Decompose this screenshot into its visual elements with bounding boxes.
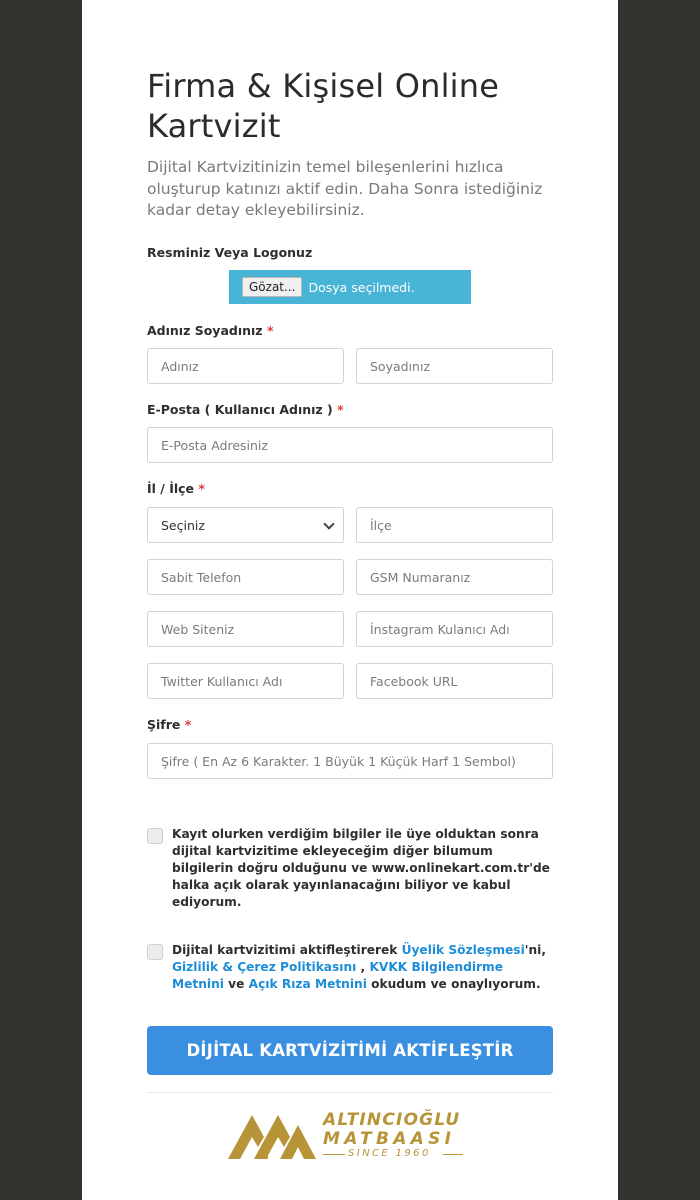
required-mark: * [198,481,205,496]
twitter-placeholder: Twitter Kullanıcı Adı [161,673,283,689]
gsm-input[interactable]: GSM Numaranız [356,559,553,595]
last-name-placeholder: Soyadınız [370,358,431,374]
first-name-placeholder: Adınız [161,358,199,374]
consent-part-3: ve [223,977,249,991]
city-select-value: Seçiniz [161,517,205,533]
page-subtitle: Dijital Kartvizitinizin temel bileşenler… [147,158,543,219]
company-logo: ALTINCIOĞLU MATBAASI SINCE 1960 [228,1110,468,1162]
phone-placeholder: Sabit Telefon [161,569,242,585]
district-input[interactable]: İlçe [356,507,553,543]
location-label: İl / İlçe * [147,481,205,496]
last-name-input[interactable]: Soyadınız [356,348,553,384]
email-placeholder: E-Posta Adresiniz [161,437,268,453]
consent-prefix: Dijital kartvizitimi aktifleştirerek [172,943,402,957]
facebook-placeholder: Facebook URL [370,673,458,689]
logo-line-2: MATBAASI [323,1129,456,1149]
file-status-text: Dosya seçilmedi. [308,279,415,295]
browse-button[interactable]: Gözat... [242,277,303,297]
name-label: Adınız Soyadınız * [147,323,274,338]
consent-part-2: , [356,960,370,974]
email-label: E-Posta ( Kullanıcı Adınız ) * [147,402,344,417]
email-label-text: E-Posta ( Kullanıcı Adınız ) [147,402,333,417]
facebook-input[interactable]: Facebook URL [356,663,553,699]
city-select[interactable]: Seçiniz [147,507,344,543]
logo-upload-label-text: Resminiz Veya Logonuz [147,245,313,260]
logo-line-1: ALTINCIOĞLU [323,1110,461,1130]
gsm-placeholder: GSM Numaranız [370,569,471,585]
page-title: Firma & Kişisel Online Kartvizit [147,67,500,145]
logo-rule-left [323,1154,345,1155]
logo-mark-icon [228,1115,316,1159]
password-placeholder: Şifre ( En Az 6 Karakter. 1 Büyük 1 Küçü… [161,753,516,769]
website-input[interactable]: Web Siteniz [147,611,344,647]
privacy-policy-link[interactable]: Gizlilik & Çerez Politikasını [172,960,356,974]
required-mark: * [184,717,192,732]
name-label-text: Adınız Soyadınız [147,323,263,338]
instagram-input[interactable]: İnstagram Kulanıcı Adı [356,611,553,647]
activate-button[interactable]: DİJİTAL KARTVİZİTİMİ AKTİFLEŞTİR [147,1026,553,1075]
logo-line-3: SINCE 1960 [348,1148,431,1159]
email-input[interactable]: E-Posta Adresiniz [147,427,553,463]
chevron-down-icon [323,518,335,530]
logo-rule-right [443,1154,463,1155]
terms-checkbox-1[interactable] [147,828,163,844]
consent-text-2: Dijital kartvizitimi aktifleştirerek Üye… [172,942,556,993]
required-mark: * [337,402,344,417]
terms-checkbox-2[interactable] [147,944,163,960]
website-placeholder: Web Siteniz [161,621,235,637]
divider [147,1092,553,1093]
twitter-input[interactable]: Twitter Kullanıcı Adı [147,663,344,699]
password-label-text: Şifre [147,717,181,732]
phone-input[interactable]: Sabit Telefon [147,559,344,595]
password-input[interactable]: Şifre ( En Az 6 Karakter. 1 Büyük 1 Küçü… [147,743,553,779]
required-mark: * [266,323,274,338]
membership-agreement-link[interactable]: Üyelik Sözleşmesi [402,943,525,957]
consent-part-1: 'ni, [524,943,546,957]
first-name-input[interactable]: Adınız [147,348,344,384]
consent-text-1: Kayıt olurken verdiğim bilgiler ile üye … [172,827,550,909]
district-placeholder: İlçe [370,517,392,533]
consent-suffix: okudum ve onaylıyorum. [366,977,541,991]
location-label-text: İl / İlçe [147,481,195,496]
logo-upload-label: Resminiz Veya Logonuz [147,245,312,260]
explicit-consent-link[interactable]: Açık Rıza Metnini [249,977,367,991]
instagram-placeholder: İnstagram Kulanıcı Adı [370,621,510,637]
file-upload-input[interactable]: Gözat... Dosya seçilmedi. [229,270,471,304]
password-label: Şifre * [147,717,191,732]
